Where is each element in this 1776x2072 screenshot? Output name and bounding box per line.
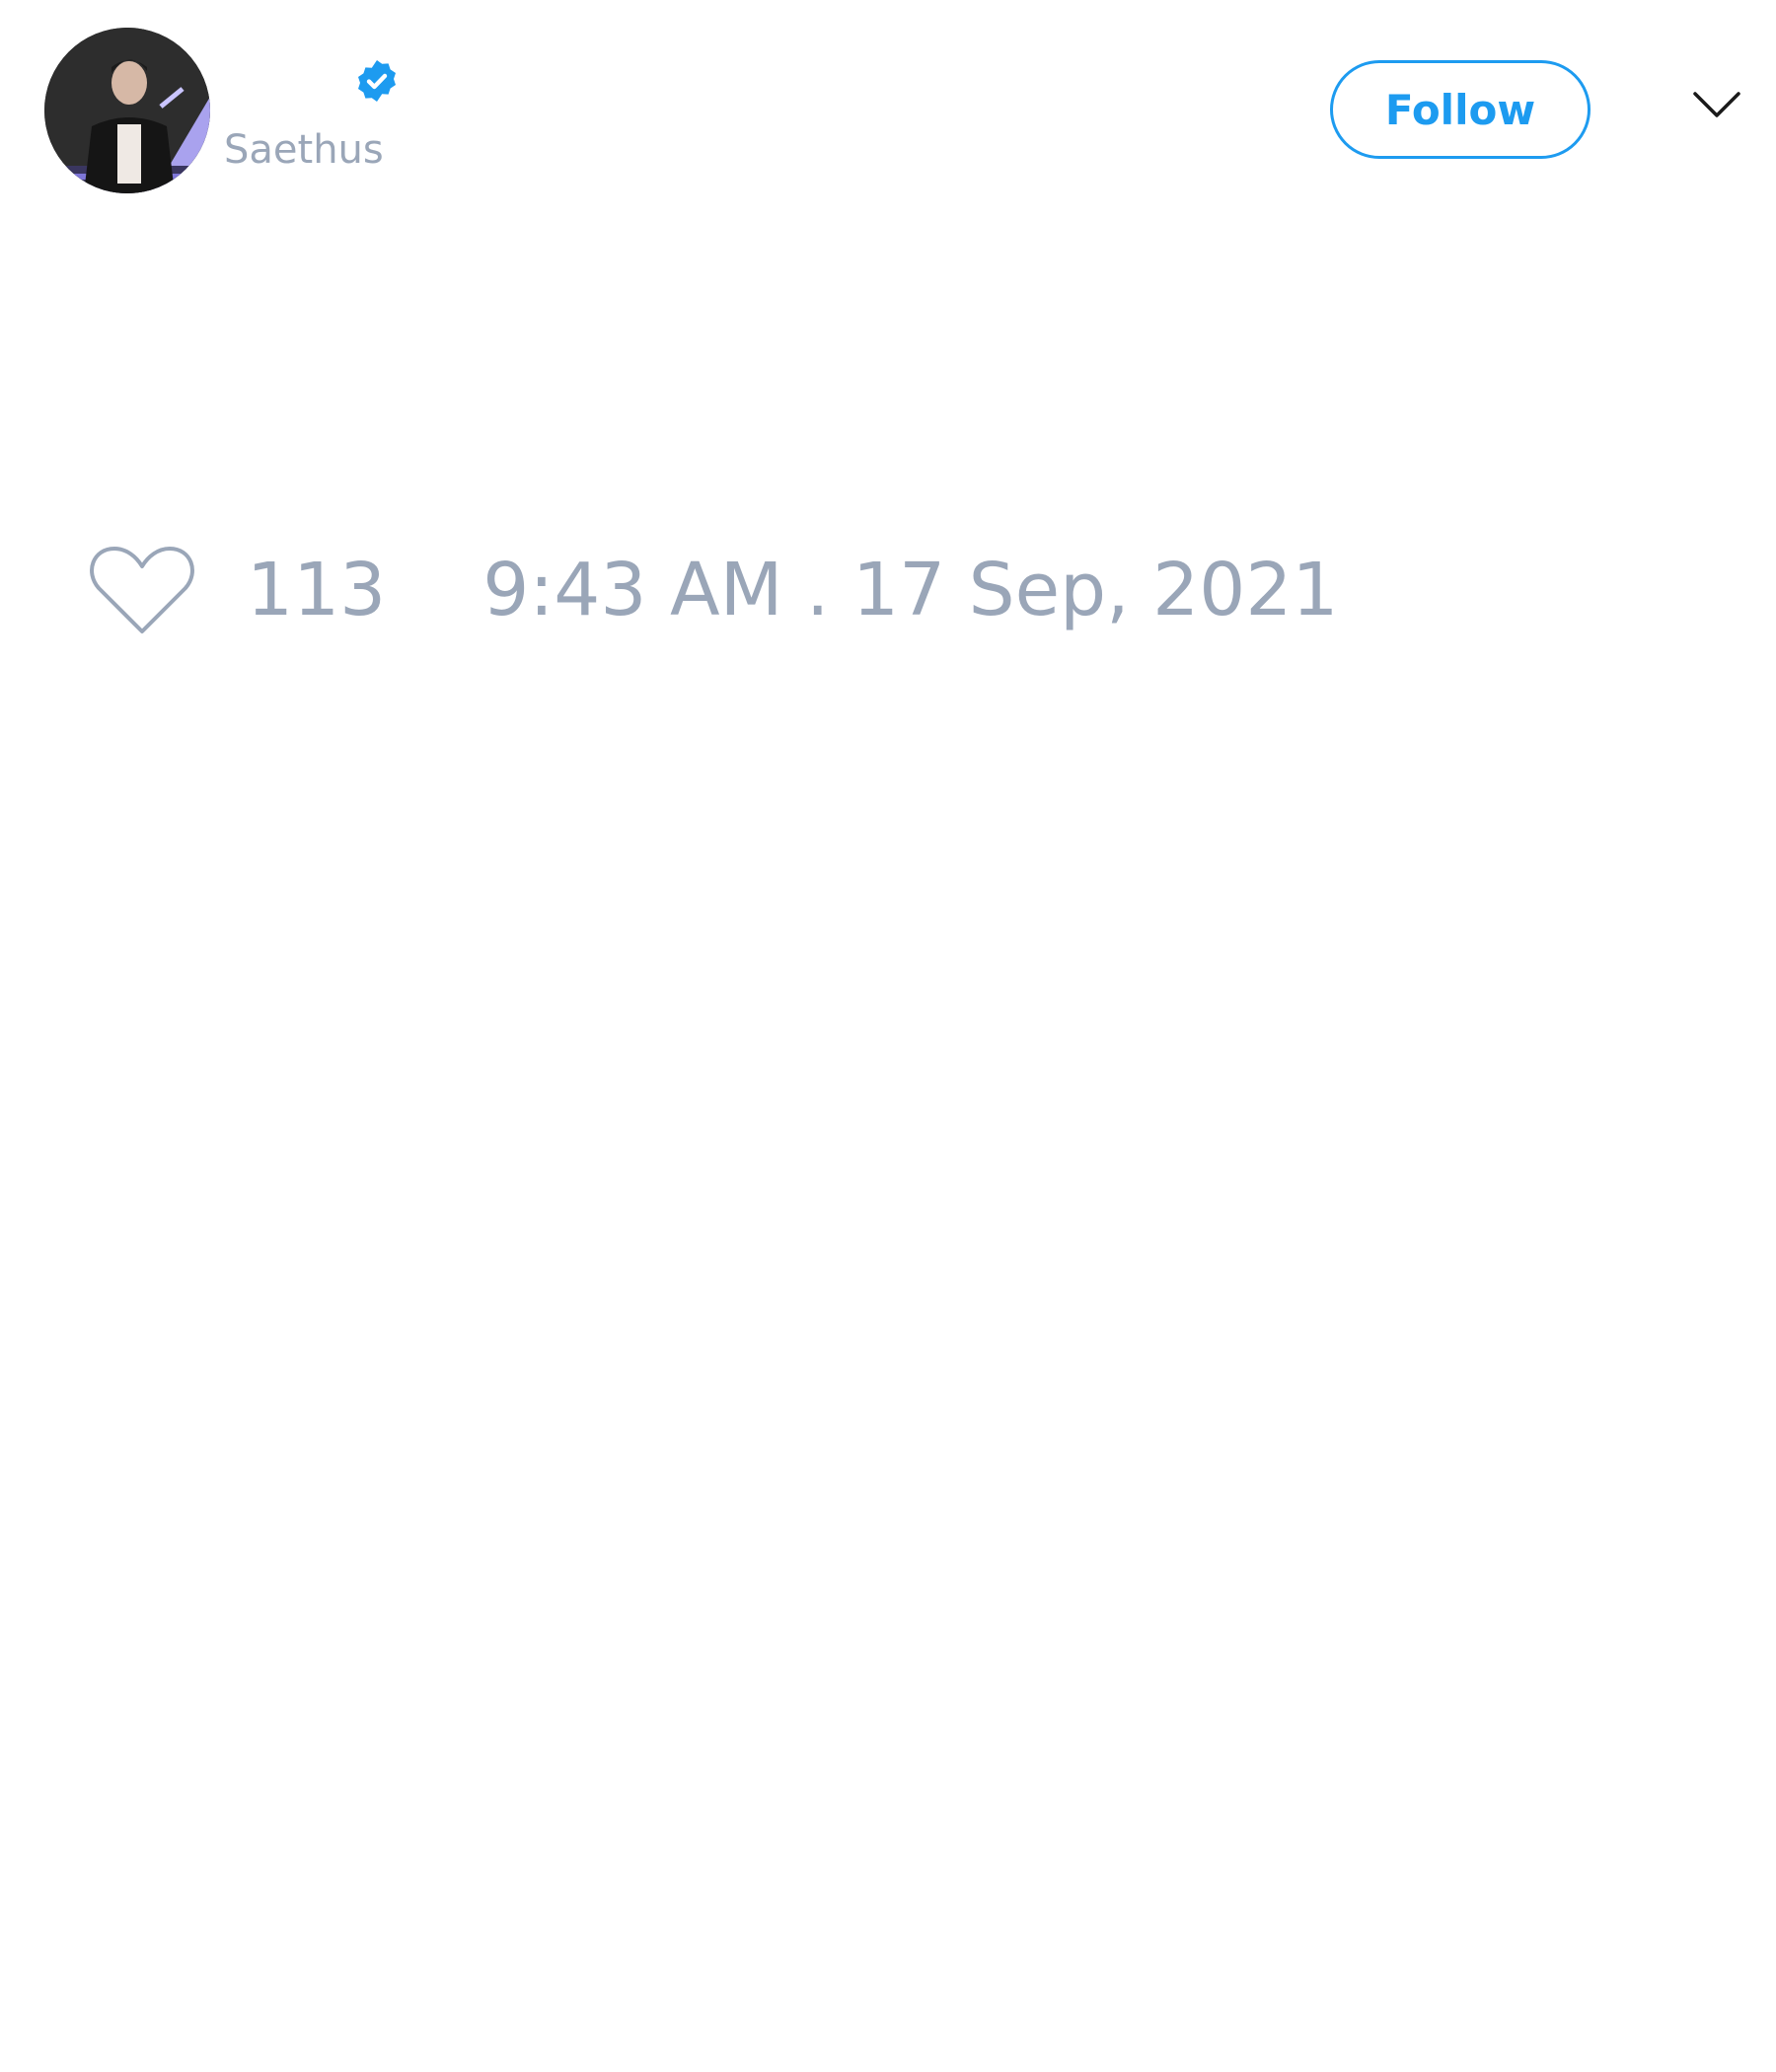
engagement-bar: 113 9:43 AM . 17 Sep, 2021	[89, 541, 1339, 639]
avatar-photo	[44, 28, 210, 193]
chevron-down-icon[interactable]	[1693, 91, 1740, 120]
tweet-timestamp[interactable]: 9:43 AM . 17 Sep, 2021	[482, 548, 1338, 632]
follow-button[interactable]: Follow	[1330, 60, 1591, 159]
like-count: 113	[247, 548, 387, 632]
author-handle[interactable]: Saethus	[224, 126, 384, 174]
verified-badge-icon	[358, 60, 396, 102]
heart-outline-icon[interactable]	[89, 543, 195, 637]
author-avatar[interactable]	[44, 28, 210, 193]
